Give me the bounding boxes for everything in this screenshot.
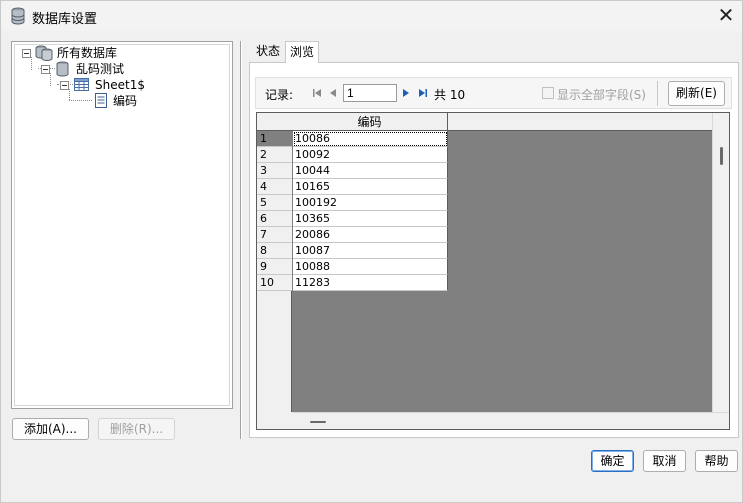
grid-cell[interactable]: 10088 xyxy=(293,259,448,275)
tree-node-field[interactable]: 编码 xyxy=(93,93,213,109)
ok-button[interactable]: 确定 xyxy=(591,450,634,472)
tree-label: Sheet1$ xyxy=(95,78,145,92)
row-header[interactable]: 10 xyxy=(257,275,292,291)
row-header[interactable]: 1 xyxy=(257,131,292,147)
grid-cell[interactable]: 10092 xyxy=(293,147,448,163)
database-settings-dialog: 数据库设置 ✕ 所有数据库 乱码测试 Sheet1$ 编码 添加(A)... 删… xyxy=(0,0,743,503)
collapse-icon[interactable] xyxy=(41,65,50,74)
grid-cell[interactable]: 10087 xyxy=(293,243,448,259)
refresh-button[interactable]: 刷新(E) xyxy=(668,81,725,106)
show-all-fields-checkbox[interactable] xyxy=(542,87,554,99)
row-header[interactable]: 9 xyxy=(257,259,292,275)
tab-status[interactable]: 状态 xyxy=(252,41,284,63)
vertical-scrollbar[interactable] xyxy=(712,113,729,413)
field-icon xyxy=(95,93,107,111)
database-tree: 所有数据库 乱码测试 Sheet1$ 编码 xyxy=(11,41,233,409)
grid-cell[interactable]: 11283 xyxy=(293,275,448,291)
record-label: 记录: xyxy=(265,88,294,102)
grid-cell[interactable]: 10165 xyxy=(293,179,448,195)
delete-button[interactable]: 删除(R)... xyxy=(98,418,175,440)
splitter[interactable] xyxy=(240,41,242,439)
tree-node-table[interactable]: Sheet1$ xyxy=(60,77,210,93)
row-header[interactable]: 6 xyxy=(257,211,292,227)
next-record-icon[interactable] xyxy=(399,85,413,101)
grid-cell[interactable]: 100192 xyxy=(293,195,448,211)
data-grid[interactable]: 编码 1 10086 2 10092 3 10044 4 10165 5 100… xyxy=(256,112,730,430)
database-icon xyxy=(10,7,26,25)
grid-cell[interactable]: 10365 xyxy=(293,211,448,227)
column-header[interactable]: 编码 xyxy=(292,113,448,131)
grid-cell[interactable]: 10086 xyxy=(293,131,448,147)
tree-node-database[interactable]: 乱码测试 xyxy=(41,61,191,77)
record-total: 共 10 xyxy=(434,88,466,102)
row-header[interactable]: 3 xyxy=(257,163,292,179)
first-record-icon[interactable] xyxy=(310,85,324,101)
grid-cell[interactable]: 10044 xyxy=(293,163,448,179)
tree-label: 编码 xyxy=(113,94,138,108)
tree-node-all-databases[interactable]: 所有数据库 xyxy=(22,45,172,61)
show-all-fields-label: 显示全部字段(S) xyxy=(557,88,646,102)
record-number-input[interactable] xyxy=(343,84,397,102)
help-button[interactable]: 帮助 xyxy=(695,450,738,472)
grid-header: 编码 xyxy=(257,113,713,131)
add-button[interactable]: 添加(A)... xyxy=(12,418,89,440)
row-header[interactable]: 5 xyxy=(257,195,292,211)
tree-label: 所有数据库 xyxy=(57,46,118,60)
row-header[interactable]: 4 xyxy=(257,179,292,195)
table-icon xyxy=(74,78,89,94)
close-icon[interactable]: ✕ xyxy=(714,4,738,28)
collapse-icon[interactable] xyxy=(60,81,69,90)
row-header[interactable]: 8 xyxy=(257,243,292,259)
row-header[interactable]: 7 xyxy=(257,227,292,243)
grid-cell[interactable]: 20086 xyxy=(293,227,448,243)
tab-browse[interactable]: 浏览 xyxy=(285,41,320,63)
last-record-icon[interactable] xyxy=(416,85,430,101)
row-header[interactable]: 2 xyxy=(257,147,292,163)
title-bar: 数据库设置 ✕ xyxy=(1,1,742,31)
window-title: 数据库设置 xyxy=(32,12,98,27)
cancel-button[interactable]: 取消 xyxy=(643,450,686,472)
horizontal-scrollbar[interactable] xyxy=(257,412,729,429)
collapse-icon[interactable] xyxy=(22,49,31,58)
previous-record-icon[interactable] xyxy=(326,85,340,101)
tree-label: 乱码测试 xyxy=(76,62,125,76)
